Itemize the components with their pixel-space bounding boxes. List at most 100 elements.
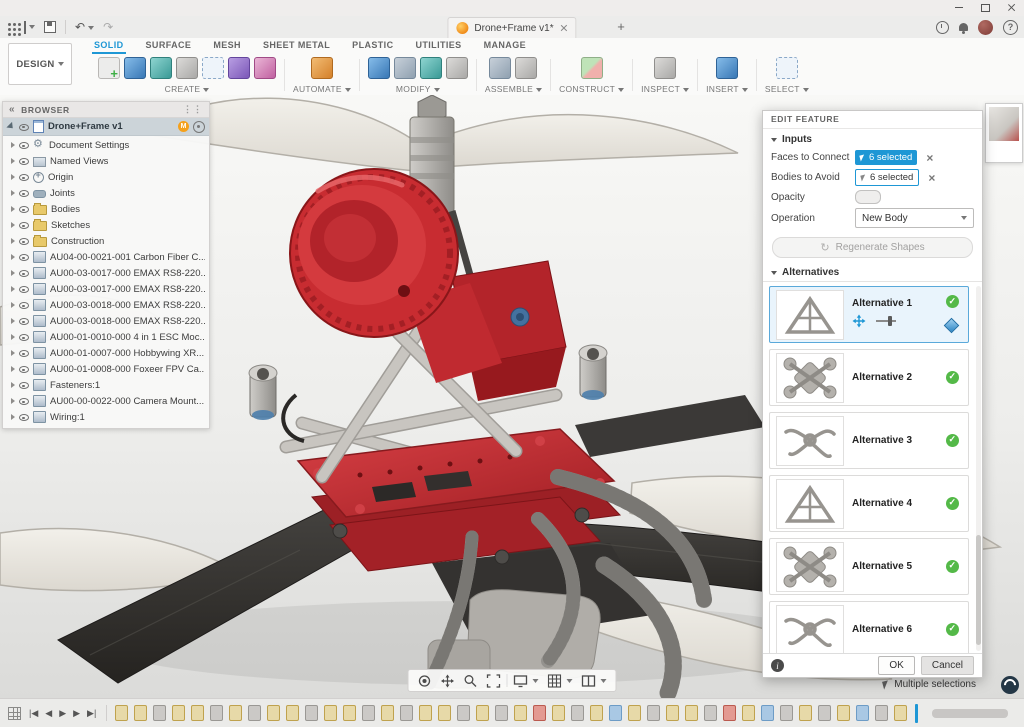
minimize-button[interactable]	[946, 0, 972, 15]
close-button[interactable]	[998, 0, 1024, 15]
timeline-feature-icon[interactable]	[723, 705, 736, 721]
alternatives-section-header[interactable]: Alternatives	[763, 262, 982, 281]
timeline-feature-icon[interactable]	[191, 705, 204, 721]
browser-tree-item[interactable]: AU00-00-0022-000 Camera Mount...	[3, 393, 209, 409]
zoom-button[interactable]	[461, 674, 481, 688]
alternative-row[interactable]: Alternative 2	[769, 349, 969, 406]
eye-icon[interactable]	[19, 364, 29, 374]
redo-button[interactable]	[103, 20, 113, 34]
inputs-section-header[interactable]: Inputs	[763, 129, 982, 148]
eye-icon[interactable]	[19, 380, 29, 390]
assemble-group-label[interactable]: ASSEMBLE	[485, 84, 542, 94]
extrude-tool-icon[interactable]	[124, 57, 146, 79]
timeline-feature-icon[interactable]	[438, 705, 451, 721]
eye-icon[interactable]	[19, 284, 29, 294]
alternatives-scrollbar[interactable]	[976, 286, 981, 651]
ok-button[interactable]: OK	[878, 656, 914, 675]
browser-tree-item[interactable]: AU04-00-0021-001 Carbon Fiber C...	[3, 249, 209, 265]
slider-icon[interactable]	[874, 314, 898, 331]
timeline-feature-icon[interactable]	[210, 705, 223, 721]
eye-icon[interactable]	[19, 396, 29, 406]
expand-icon[interactable]	[11, 350, 15, 356]
playback-button[interactable]: ▶|	[87, 708, 96, 719]
timeline-feature-icon[interactable]	[628, 705, 641, 721]
operation-dropdown[interactable]: New Body	[855, 208, 974, 228]
timeline-feature-icon[interactable]	[514, 705, 527, 721]
move-icon[interactable]	[852, 314, 866, 331]
playback-button[interactable]: ◀	[45, 708, 52, 719]
expand-icon[interactable]	[11, 206, 15, 212]
notifications-icon[interactable]	[959, 23, 968, 31]
alternative-row[interactable]: Alternative 6	[769, 601, 969, 653]
timeline-feature-icon[interactable]	[286, 705, 299, 721]
ribbon-tab[interactable]: SOLID	[92, 38, 126, 54]
eye-icon[interactable]	[19, 188, 29, 198]
expand-icon[interactable]	[11, 190, 15, 196]
maximize-button[interactable]	[972, 0, 998, 15]
expand-icon[interactable]	[11, 302, 15, 308]
combine-tool-icon[interactable]	[446, 57, 468, 79]
timeline-feature-icon[interactable]	[419, 705, 432, 721]
alternative-thumbnail[interactable]	[776, 353, 844, 403]
alternative-row[interactable]: Alternative 4	[769, 475, 969, 532]
job-status-icon[interactable]	[936, 21, 949, 34]
timeline-feature-icon[interactable]	[495, 705, 508, 721]
grid-settings-button[interactable]	[545, 674, 576, 688]
construct-group-label[interactable]: CONSTRUCT	[559, 84, 624, 94]
alternative-row[interactable]: Alternative 3	[769, 412, 969, 469]
timeline-feature-icon[interactable]	[685, 705, 698, 721]
browser-tree-item[interactable]: AU00-03-0018-000 EMAX RS8-220...	[3, 297, 209, 313]
browser-tree-item[interactable]: Bodies	[3, 201, 209, 217]
expand-icon[interactable]	[11, 318, 15, 324]
inspect-group-label[interactable]: INSPECT	[641, 84, 689, 94]
eye-icon[interactable]	[19, 236, 29, 246]
faces-selection-chip[interactable]: 6 selected	[855, 150, 917, 165]
timeline-feature-icon[interactable]	[571, 705, 584, 721]
timeline-feature-icon[interactable]	[134, 705, 147, 721]
file-menu-button[interactable]	[24, 22, 35, 33]
cancel-button[interactable]: Cancel	[921, 656, 974, 675]
opacity-control[interactable]	[855, 190, 881, 204]
timeline-feature-icon[interactable]	[875, 705, 888, 721]
timeline-feature-icon[interactable]	[153, 705, 166, 721]
expand-icon[interactable]	[11, 382, 15, 388]
shell-tool-icon[interactable]	[420, 57, 442, 79]
alternative-thumbnail[interactable]	[776, 416, 844, 466]
browser-tree-item[interactable]: AU00-03-0018-000 EMAX RS8-220...	[3, 313, 209, 329]
timeline-feature-icon[interactable]	[837, 705, 850, 721]
browser-tree-item[interactable]: Joints	[3, 185, 209, 201]
ribbon-tab[interactable]: PLASTIC	[350, 38, 395, 54]
workspace-switcher[interactable]: DESIGN	[8, 43, 72, 85]
construction-plane-tool-icon[interactable]	[581, 57, 603, 79]
expand-icon[interactable]	[11, 286, 15, 292]
timeline-feature-icon[interactable]	[305, 705, 318, 721]
browser-tree-item[interactable]: Sketches	[3, 217, 209, 233]
timeline-feature-icon[interactable]	[780, 705, 793, 721]
ribbon-tab[interactable]: UTILITIES	[413, 38, 463, 54]
select-group-label[interactable]: SELECT	[765, 84, 809, 94]
insert-group-label[interactable]: INSERT	[706, 84, 748, 94]
configure-tool-icon[interactable]	[311, 57, 333, 79]
create-group-label[interactable]: CREATE	[165, 84, 210, 94]
expand-icon[interactable]	[11, 398, 15, 404]
timeline-feature-icon[interactable]	[533, 705, 546, 721]
expand-icon[interactable]	[11, 158, 15, 164]
eye-icon[interactable]	[19, 348, 29, 358]
timeline-feature-icon[interactable]	[267, 705, 280, 721]
timeline-scrollbar[interactable]	[932, 709, 1008, 718]
browser-tree-item[interactable]: AU00-03-0017-000 EMAX RS8-220...	[3, 265, 209, 281]
save-button[interactable]	[44, 21, 56, 33]
timeline-playhead[interactable]	[915, 704, 918, 723]
expand-icon[interactable]	[11, 174, 15, 180]
expand-icon[interactable]	[11, 414, 15, 420]
timeline-options-icon[interactable]	[8, 707, 21, 720]
browser-tree-item[interactable]: AU00-01-0007-000 Hobbywing XR...	[3, 345, 209, 361]
document-tab[interactable]: Drone+Frame v1*	[447, 17, 576, 38]
timeline-feature-icon[interactable]	[799, 705, 812, 721]
expand-icon[interactable]	[11, 270, 15, 276]
display-settings-button[interactable]	[511, 674, 542, 688]
eye-icon[interactable]	[19, 268, 29, 278]
automate-group-label[interactable]: AUTOMATE	[293, 84, 351, 94]
eye-icon[interactable]	[19, 156, 29, 166]
timeline-feature-icon[interactable]	[343, 705, 356, 721]
